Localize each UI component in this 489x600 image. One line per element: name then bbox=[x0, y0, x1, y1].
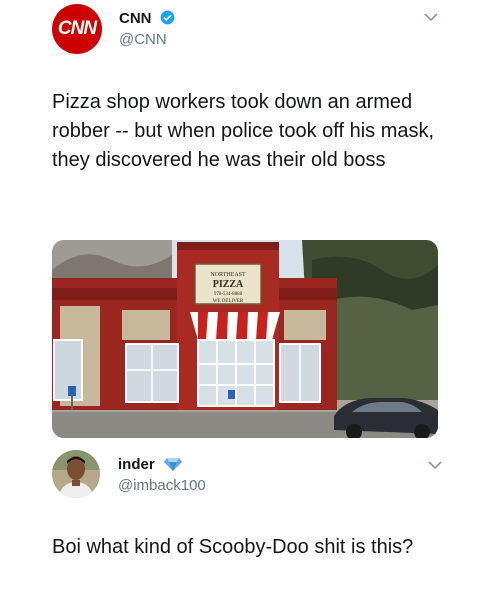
pizza-shop-photo: NORTHEAST PIZZA 978-534-8888 WE DELIVER bbox=[52, 240, 438, 438]
sign-line-3: 978-534-8888 bbox=[214, 292, 243, 297]
cnn-logo-text: CNN bbox=[57, 18, 97, 39]
reply-author-name[interactable]: inder bbox=[118, 456, 155, 473]
blue-diamond-icon bbox=[164, 458, 182, 471]
author-handle[interactable]: @CNN bbox=[119, 31, 167, 48]
tweet-photo[interactable]: NORTHEAST PIZZA 978-534-8888 WE DELIVER bbox=[52, 240, 438, 438]
chevron-down-icon[interactable] bbox=[424, 12, 438, 22]
sign-line-2: PIZZA bbox=[213, 279, 244, 290]
reply-text: Boi what kind of Scooby-Doo shit is this… bbox=[52, 536, 414, 558]
user-avatar-photo bbox=[52, 450, 100, 498]
chevron-down-icon[interactable] bbox=[428, 460, 442, 470]
reply-avatar[interactable] bbox=[52, 450, 100, 498]
tweet: CNN CNN @CNN Pizza shop workers took dow… bbox=[0, 0, 489, 440]
reply-author-handle[interactable]: @imback100 bbox=[118, 477, 206, 494]
sign-line-1: NORTHEAST bbox=[210, 272, 246, 278]
verified-badge-icon bbox=[160, 10, 175, 25]
sign-line-4: WE DELIVER bbox=[213, 299, 244, 304]
reply-tweet: inder @imback100 Boi what kind of Scooby… bbox=[0, 440, 489, 600]
author-name[interactable]: CNN bbox=[119, 10, 152, 27]
tweet-text: Pizza shop workers took down an armed ro… bbox=[52, 91, 435, 171]
cnn-avatar[interactable]: CNN bbox=[52, 4, 102, 54]
